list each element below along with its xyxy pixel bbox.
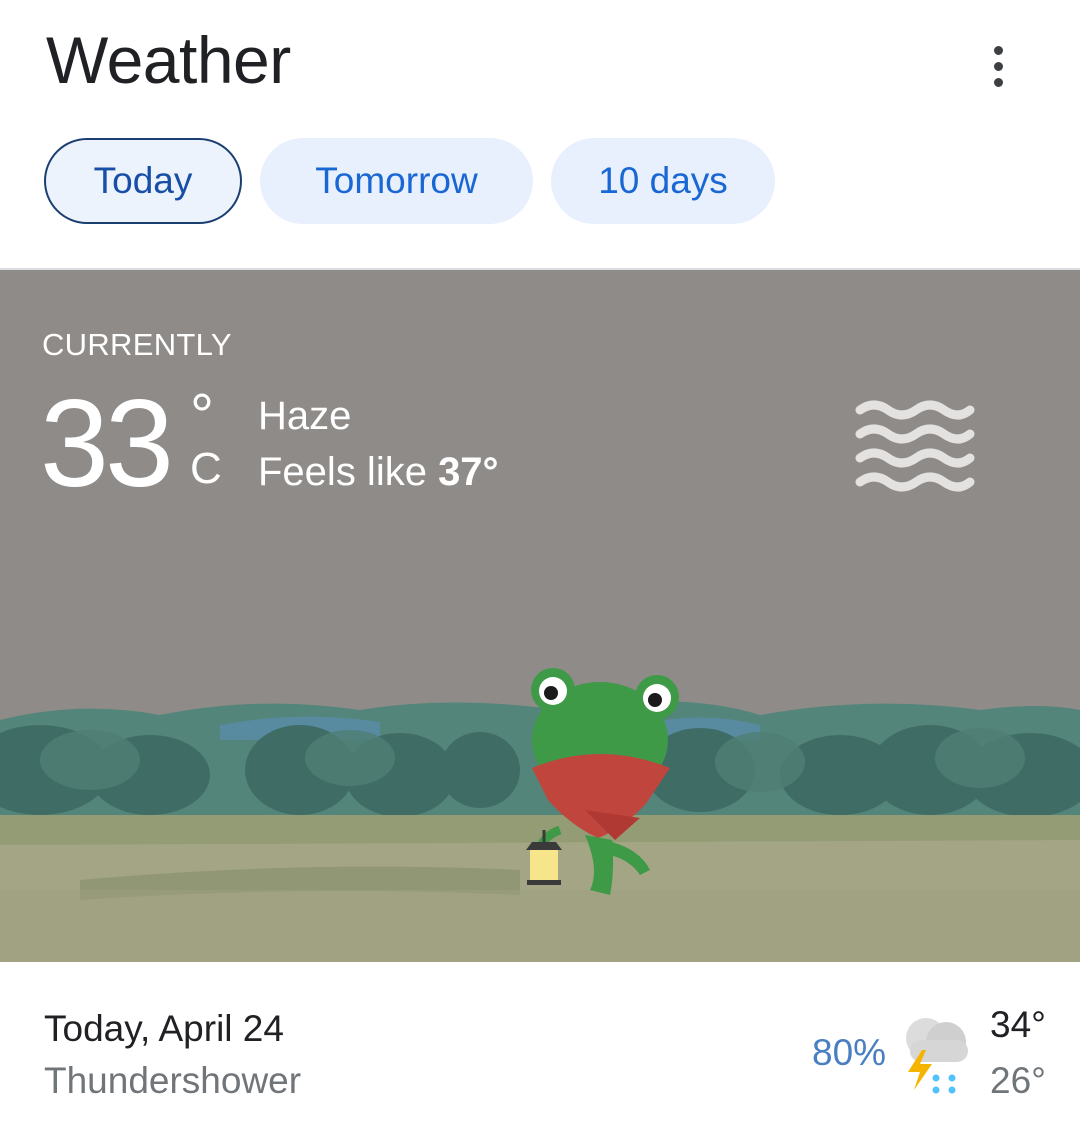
tab-tomorrow[interactable]: Tomorrow	[260, 138, 533, 224]
feels-like: Feels like 37°	[258, 450, 499, 494]
precipitation-chance: 80%	[812, 1032, 887, 1073]
thunderstorm-icon	[906, 1018, 968, 1094]
currently-label: CURRENTLY	[42, 327, 232, 362]
degree-symbol: °	[190, 382, 214, 449]
app-header: Weather Today Tomorrow 10 days	[0, 0, 1080, 270]
current-condition: Haze	[258, 394, 352, 438]
high-temperature: 34°	[990, 1004, 1046, 1045]
tab-10-days[interactable]: 10 days	[551, 138, 775, 224]
current-weather-panel: CURRENTLY 33 ° C Haze Feels like 37°	[0, 270, 1080, 962]
more-vert-icon	[993, 45, 1003, 55]
page-title: Weather	[46, 23, 291, 97]
summary-day: Today, April 24	[44, 1008, 284, 1049]
low-temperature: 26°	[990, 1060, 1046, 1101]
feels-like-value: 37°	[438, 450, 499, 494]
summary-condition: Thundershower	[44, 1060, 302, 1101]
weather-illustration	[0, 270, 1080, 962]
tab-today[interactable]: Today	[44, 138, 242, 224]
more-options-button[interactable]	[968, 36, 1028, 96]
daily-summary[interactable]: Today, April 24 Thundershower 80% 34° 26…	[0, 962, 1080, 1123]
haze-icon	[855, 400, 975, 492]
day-tabs: Today Tomorrow 10 days	[44, 138, 775, 224]
current-temperature: 33	[40, 375, 174, 513]
temperature-unit: C	[190, 444, 222, 493]
